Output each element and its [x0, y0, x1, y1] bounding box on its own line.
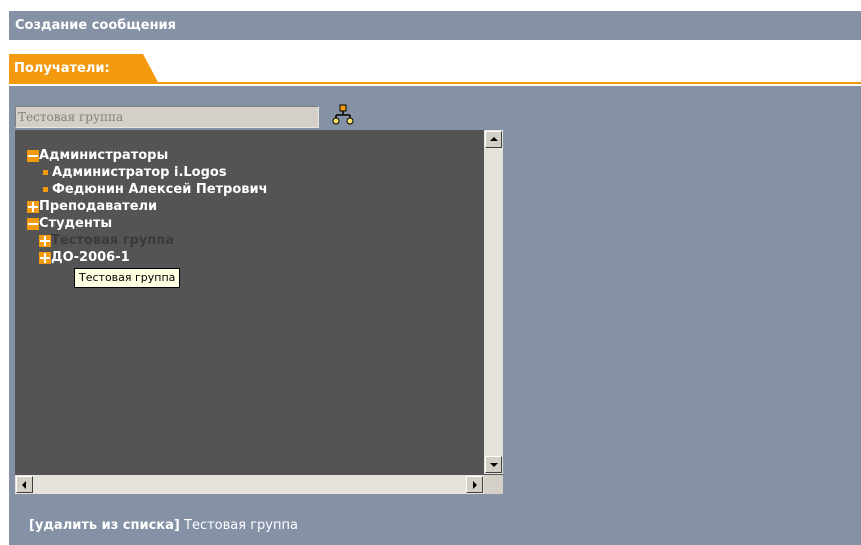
tab-strip: Получатели:: [9, 54, 861, 84]
tree-list: Администраторы Администратор i.Logos Фед…: [27, 147, 268, 266]
collapse-icon[interactable]: [27, 149, 39, 162]
tree-leaf-fedyunin[interactable]: Федюнин Алексей Петрович: [27, 181, 268, 198]
scrollbar-corner: [484, 475, 503, 494]
tooltip: Тестовая группа: [74, 268, 181, 288]
scroll-left-arrow-icon[interactable]: [16, 476, 33, 493]
selected-recipients: [удалить из списка] Тестовая группа: [29, 518, 298, 533]
scroll-right-arrow-icon[interactable]: [466, 476, 483, 493]
scroll-down-arrow-icon[interactable]: [485, 456, 502, 473]
tree-node-label: Администраторы: [39, 148, 169, 163]
bullet-icon: [43, 170, 48, 175]
expand-icon[interactable]: [39, 251, 51, 264]
tree-node-teachers[interactable]: Преподаватели: [27, 198, 268, 215]
bracket-close: ]: [173, 518, 180, 533]
vertical-scrollbar[interactable]: [484, 130, 503, 474]
tree-node-test-group[interactable]: Тестовая группа: [27, 232, 268, 249]
tree-node-label: Преподаватели: [39, 199, 158, 214]
scroll-up-arrow-icon[interactable]: [485, 131, 502, 148]
tree-node-do-2006-1[interactable]: ДО-2006-1: [27, 249, 268, 266]
tree-node-label: ДО-2006-1: [51, 250, 130, 265]
remove-from-list-link[interactable]: [удалить из списка]: [29, 518, 180, 533]
tree-node-students[interactable]: Студенты: [27, 215, 268, 232]
recipient-search-input[interactable]: [15, 106, 319, 128]
recipient-tree: Администраторы Администратор i.Logos Фед…: [15, 130, 503, 494]
tree-node-administrators[interactable]: Администраторы: [27, 147, 268, 164]
tree-structure-icon[interactable]: [331, 103, 355, 127]
tree-leaf-admin-ilogos[interactable]: Администратор i.Logos: [27, 164, 268, 181]
remove-from-list-label: удалить из списка: [34, 518, 174, 533]
page-title: Создание сообщения: [9, 11, 861, 40]
tree-node-label: Тестовая группа: [51, 233, 175, 248]
tree-node-label: Студенты: [39, 216, 113, 231]
horizontal-scrollbar[interactable]: [15, 475, 484, 494]
tree-leaf-label: Администратор i.Logos: [52, 165, 227, 180]
selected-recipient-name: Тестовая группа: [184, 518, 298, 533]
expand-icon[interactable]: [39, 234, 51, 247]
expand-icon[interactable]: [27, 200, 39, 213]
collapse-icon[interactable]: [27, 217, 39, 230]
bullet-icon: [43, 187, 48, 192]
tree-leaf-label: Федюнин Алексей Петрович: [52, 182, 268, 197]
tab-recipients[interactable]: Получатели:: [9, 54, 159, 84]
